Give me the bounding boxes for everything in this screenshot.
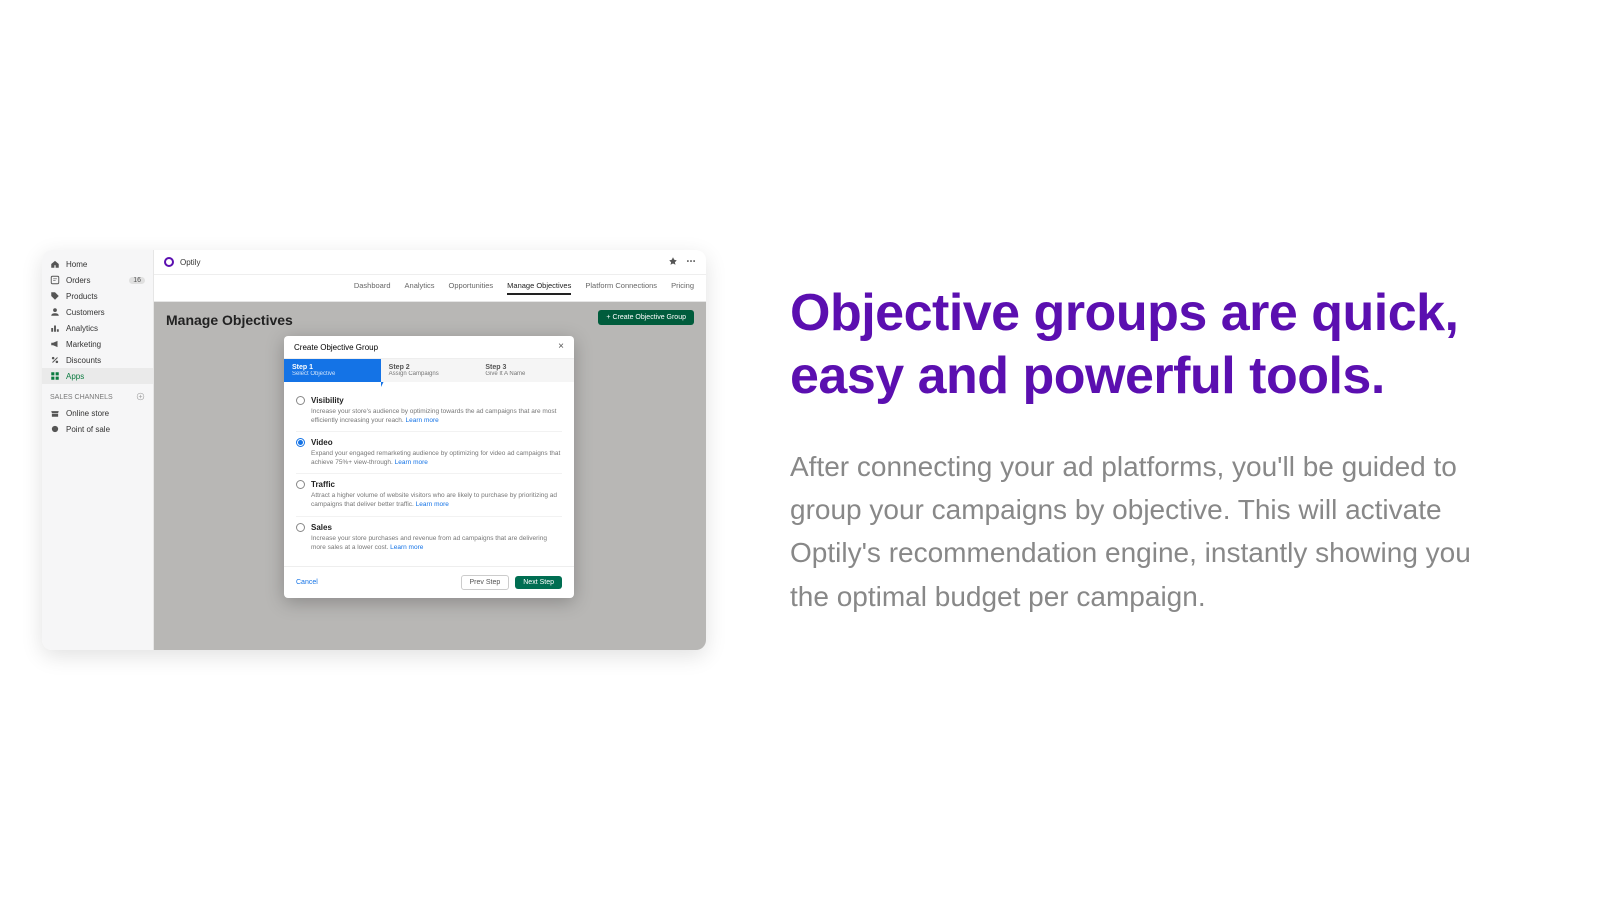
sidebar-item-home[interactable]: Home [42,256,153,272]
headline: Objective groups are quick, easy and pow… [790,282,1480,409]
sidebar-label: Products [66,292,98,301]
channel-label: Online store [66,409,109,418]
circle-icon [50,424,60,434]
megaphone-icon [50,339,60,349]
sidebar-item-orders[interactable]: Orders 16 [42,272,153,288]
channel-pos[interactable]: Point of sale [42,421,153,437]
tab-pricing[interactable]: Pricing [671,281,694,295]
tab-platform-connections[interactable]: Platform Connections [585,281,657,295]
modal-header: Create Objective Group × [284,336,574,359]
prev-step-button[interactable]: Prev Step [461,575,510,590]
modal-title: Create Objective Group [294,343,378,352]
more-icon[interactable] [686,256,696,268]
channel-online-store[interactable]: Online store [42,405,153,421]
create-objective-group-button[interactable]: + Create Objective Group [598,310,694,325]
tag-icon [50,291,60,301]
app-topbar: Optily [154,250,706,275]
radio-selected-icon[interactable] [296,438,305,447]
sidebar-item-customers[interactable]: Customers [42,304,153,320]
modal-footer: Cancel Prev Step Next Step [284,566,574,598]
sidebar-label: Customers [66,308,105,317]
brand-logo-icon [164,257,174,267]
create-objective-modal: Create Objective Group × Step 1 Select O… [284,336,574,598]
next-step-button[interactable]: Next Step [515,576,562,589]
page-area: Manage Objectives + Create Objective Gro… [154,302,706,650]
brand-name: Optily [180,258,200,267]
option-visibility[interactable]: Visibility Increase your store's audienc… [296,390,562,432]
store-icon [50,408,60,418]
option-traffic[interactable]: Traffic Attract a higher volume of websi… [296,474,562,516]
option-video[interactable]: Video Expand your engaged remarketing au… [296,432,562,474]
cancel-button[interactable]: Cancel [296,579,318,586]
sidebar-label: Marketing [66,340,101,349]
sidebar-item-apps[interactable]: Apps [42,368,153,384]
sidebar-label: Home [66,260,87,269]
radio-icon[interactable] [296,480,305,489]
sidebar-item-products[interactable]: Products [42,288,153,304]
learn-more-link[interactable]: Learn more [416,501,449,508]
step-2[interactable]: Step 2 Assign Campaigns [381,359,478,382]
modal-stepper: Step 1 Select Objective Step 2 Assign Ca… [284,359,574,382]
grid-icon [50,371,60,381]
sidebar-label: Discounts [66,356,101,365]
tab-opportunities[interactable]: Opportunities [449,281,494,295]
sidebar-item-marketing[interactable]: Marketing [42,336,153,352]
app-main: Optily Dashboard Analytics Opportunities… [154,250,706,650]
admin-sidebar: Home Orders 16 Products Customers [42,250,154,650]
radio-icon[interactable] [296,396,305,405]
radio-icon[interactable] [296,523,305,532]
learn-more-link[interactable]: Learn more [406,417,439,424]
percent-icon [50,355,60,365]
body-text: After connecting your ad platforms, you'… [790,445,1480,619]
sidebar-item-analytics[interactable]: Analytics [42,320,153,336]
orders-badge: 16 [129,277,145,284]
objective-options: Visibility Increase your store's audienc… [284,382,574,566]
app-tabs: Dashboard Analytics Opportunities Manage… [154,275,706,302]
tab-dashboard[interactable]: Dashboard [354,281,391,295]
step-1[interactable]: Step 1 Select Objective [284,359,381,382]
pin-icon[interactable] [668,256,678,268]
option-sales[interactable]: Sales Increase your store purchases and … [296,517,562,558]
add-channel-icon[interactable] [136,392,145,403]
sidebar-label: Apps [66,372,84,381]
step-3[interactable]: Step 3 Give It A Name [477,359,574,382]
sidebar-item-discounts[interactable]: Discounts [42,352,153,368]
sidebar-label: Analytics [66,324,98,333]
home-icon [50,259,60,269]
sales-channels-header: SALES CHANNELS [42,384,153,405]
tab-manage-objectives[interactable]: Manage Objectives [507,281,571,295]
person-icon [50,307,60,317]
tab-analytics[interactable]: Analytics [405,281,435,295]
marketing-copy: Objective groups are quick, easy and pow… [740,282,1600,618]
app-window: Home Orders 16 Products Customers [42,250,706,650]
learn-more-link[interactable]: Learn more [395,459,428,466]
channel-label: Point of sale [66,425,110,434]
sidebar-label: Orders [66,276,90,285]
orders-icon [50,275,60,285]
bars-icon [50,323,60,333]
learn-more-link[interactable]: Learn more [390,544,423,551]
close-icon[interactable]: × [558,342,564,352]
